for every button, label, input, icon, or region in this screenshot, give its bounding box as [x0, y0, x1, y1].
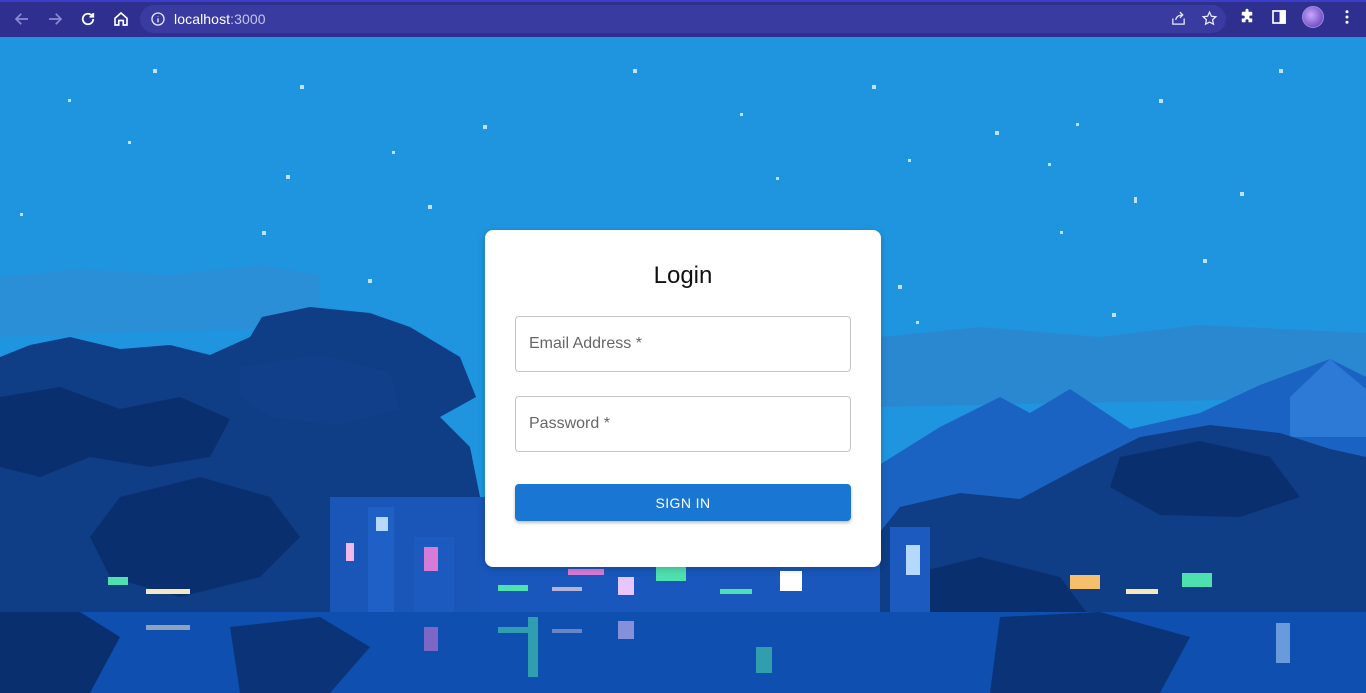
url-text[interactable]: localhost:3000 [174, 11, 266, 27]
sign-in-button[interactable]: SIGN IN [515, 484, 851, 521]
back-button[interactable] [6, 3, 38, 35]
side-panel-icon[interactable] [1270, 8, 1288, 26]
email-input[interactable] [516, 317, 850, 371]
star-icon[interactable] [1201, 10, 1218, 27]
reload-icon [81, 12, 95, 25]
arrow-left-icon [14, 12, 28, 25]
page-title: Login [653, 262, 713, 289]
home-button[interactable] [105, 3, 137, 35]
reload-button[interactable] [72, 3, 104, 35]
arrow-right-icon [49, 12, 63, 25]
forward-button[interactable] [39, 3, 71, 35]
menu-kebab-icon[interactable] [1338, 8, 1356, 26]
address-bar[interactable]: localhost:3000 [140, 5, 1226, 33]
profile-avatar[interactable] [1302, 6, 1324, 28]
share-icon[interactable] [1170, 10, 1187, 27]
browser-toolbar: localhost:3000 [0, 0, 1366, 37]
extensions-icon[interactable] [1238, 8, 1256, 26]
password-input[interactable] [516, 397, 850, 451]
password-field[interactable]: Password * [515, 396, 851, 452]
tab-strip-line [0, 0, 1366, 2]
email-field[interactable]: Email Address * [515, 316, 851, 372]
info-icon[interactable] [150, 11, 166, 27]
home-icon [114, 11, 128, 26]
login-card: Login Email Address * Password * SIGN IN [485, 230, 881, 567]
